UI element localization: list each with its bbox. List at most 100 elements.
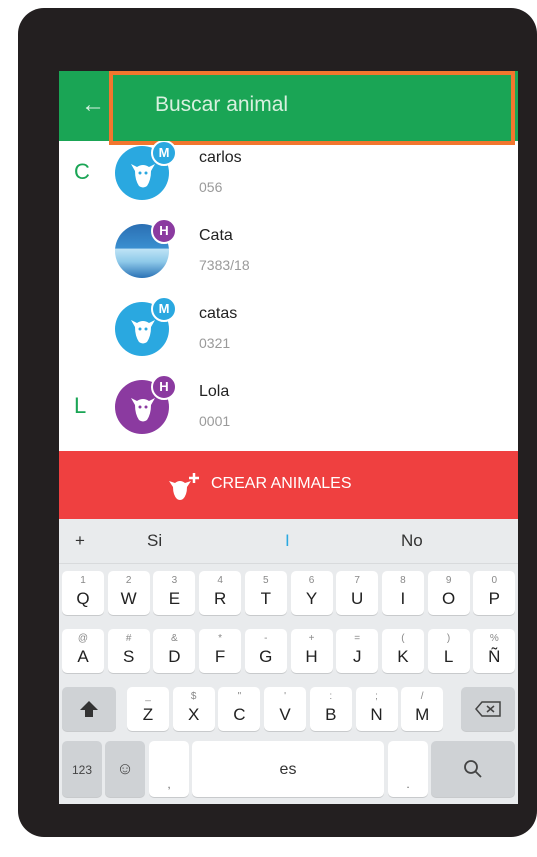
key-t[interactable]: 5T (244, 571, 287, 615)
key-label: L (443, 647, 454, 666)
period-key[interactable]: . (388, 741, 428, 797)
key-label: Z (142, 705, 154, 724)
key-x[interactable]: $ X (172, 687, 215, 731)
key-u[interactable]: 7U (336, 571, 379, 615)
animal-list: C M carlos 056 H Cata 7383/18 M catas 03… (59, 141, 518, 453)
key-label: P (488, 589, 500, 608)
key-label: X (188, 705, 200, 724)
list-item[interactable]: L H Lola 0001 (59, 367, 518, 445)
key-label: I (400, 589, 406, 608)
key-secondary-label: & (171, 633, 178, 644)
text-cursor: I (285, 531, 290, 550)
key-label: D (168, 647, 181, 666)
key-label: R (213, 589, 227, 608)
comma-key[interactable]: , (149, 741, 189, 797)
list-item[interactable]: C M carlos 056 (59, 141, 518, 211)
backspace-key[interactable] (461, 687, 515, 731)
shift-key[interactable] (62, 687, 116, 731)
key-label: W (120, 589, 137, 608)
list-item[interactable]: M catas 0321 (59, 289, 518, 367)
key-v[interactable]: ' V (264, 687, 307, 731)
list-item[interactable]: H Cata 7383/18 (59, 211, 518, 289)
key-label: E (168, 589, 181, 608)
emoji-key[interactable]: ☺ (105, 741, 145, 797)
comma-label: , (167, 777, 171, 791)
numbers-key[interactable]: 123 (62, 741, 102, 797)
key-label: H (305, 647, 318, 666)
key-y[interactable]: 6Y (290, 571, 333, 615)
key-label: B (325, 705, 337, 724)
key-secondary-label: 5 (263, 575, 269, 586)
key-g[interactable]: -G (244, 629, 287, 673)
animal-code: 056 (199, 179, 223, 195)
key-p[interactable]: 0P (473, 571, 516, 615)
animal-name: catas (199, 305, 238, 322)
key-q[interactable]: 1Q (62, 571, 104, 615)
create-animals-label: CREAR ANIMALES (211, 475, 352, 492)
key-label: Q (76, 589, 90, 608)
suggestion-1[interactable]: Si (147, 531, 162, 551)
key-secondary-label: 6 (308, 575, 315, 586)
key-m[interactable]: / M (401, 687, 444, 731)
key-label: J (352, 647, 362, 666)
animal-name: carlos (199, 149, 242, 166)
key-secondary-label: 9 (445, 575, 452, 586)
emoji-icon: ☺ (116, 759, 134, 778)
space-label: es (279, 761, 297, 778)
key-a[interactable]: @ A (62, 629, 104, 673)
key-d[interactable]: & D (153, 629, 196, 673)
key-secondary-label: 2 (125, 575, 132, 586)
key-label: O (441, 589, 456, 608)
key-c[interactable]: " C (218, 687, 261, 731)
key-label: K (397, 647, 409, 666)
create-animals-button[interactable]: CREAR ANIMALES (59, 451, 518, 519)
key-secondary-label: ; (375, 691, 378, 702)
app-screen: ← Buscar animal C M carlos 056 H Cata 73… (59, 71, 518, 804)
cow-icon (131, 320, 155, 344)
key-j[interactable]: = J (336, 629, 379, 673)
space-key[interactable]: es (192, 741, 384, 797)
key-secondary-label: # (125, 633, 132, 644)
key-n[interactable]: ; N (355, 687, 398, 731)
key-label: F (214, 647, 226, 666)
search-key[interactable] (431, 741, 515, 797)
avatar: M (115, 141, 177, 200)
key-secondary-label: 1 (80, 575, 86, 586)
key-i[interactable]: 8I (381, 571, 424, 615)
avatar: M (115, 296, 177, 356)
sex-badge: H (151, 374, 177, 400)
animal-code: 7383/18 (199, 257, 250, 273)
key-l[interactable]: ) L (427, 629, 470, 673)
key-r[interactable]: 4R (199, 571, 242, 615)
section-letter: C (74, 159, 90, 184)
key-w[interactable]: 2W (107, 571, 150, 615)
key-label: A (77, 647, 89, 666)
key-z[interactable]: _ Z (127, 687, 169, 731)
key-e[interactable]: 3E (153, 571, 196, 615)
animal-code: 0001 (199, 413, 231, 429)
avatar-photo: H (115, 218, 177, 278)
section-letter: L (74, 393, 87, 418)
key-f[interactable]: * F (199, 629, 242, 673)
key-ñ[interactable]: % Ñ (473, 629, 516, 673)
key-secondary-label: " (237, 691, 242, 702)
suggestion-plus[interactable]: + (75, 531, 85, 551)
backspace-icon (475, 701, 501, 717)
key-label: G (259, 647, 273, 666)
animal-code: 0321 (199, 335, 231, 351)
key-o[interactable]: 9O (427, 571, 470, 615)
suggestion-bar: + Si I No (59, 519, 518, 564)
key-secondary-label: = (354, 633, 361, 644)
key-h[interactable]: + H (290, 629, 333, 673)
numbers-key-label: 123 (71, 763, 93, 777)
key-secondary-label: + (308, 633, 315, 644)
key-k[interactable]: (K (381, 629, 424, 673)
suggestion-3[interactable]: No (401, 531, 423, 551)
back-arrow-icon[interactable]: ← (81, 91, 109, 119)
key-secondary-label: * (218, 633, 223, 644)
key-secondary-label: - (264, 633, 268, 644)
cow-icon (131, 164, 155, 188)
key-b[interactable]: :B (309, 687, 352, 731)
shift-icon (80, 701, 98, 717)
key-s[interactable]: # S (107, 629, 150, 673)
